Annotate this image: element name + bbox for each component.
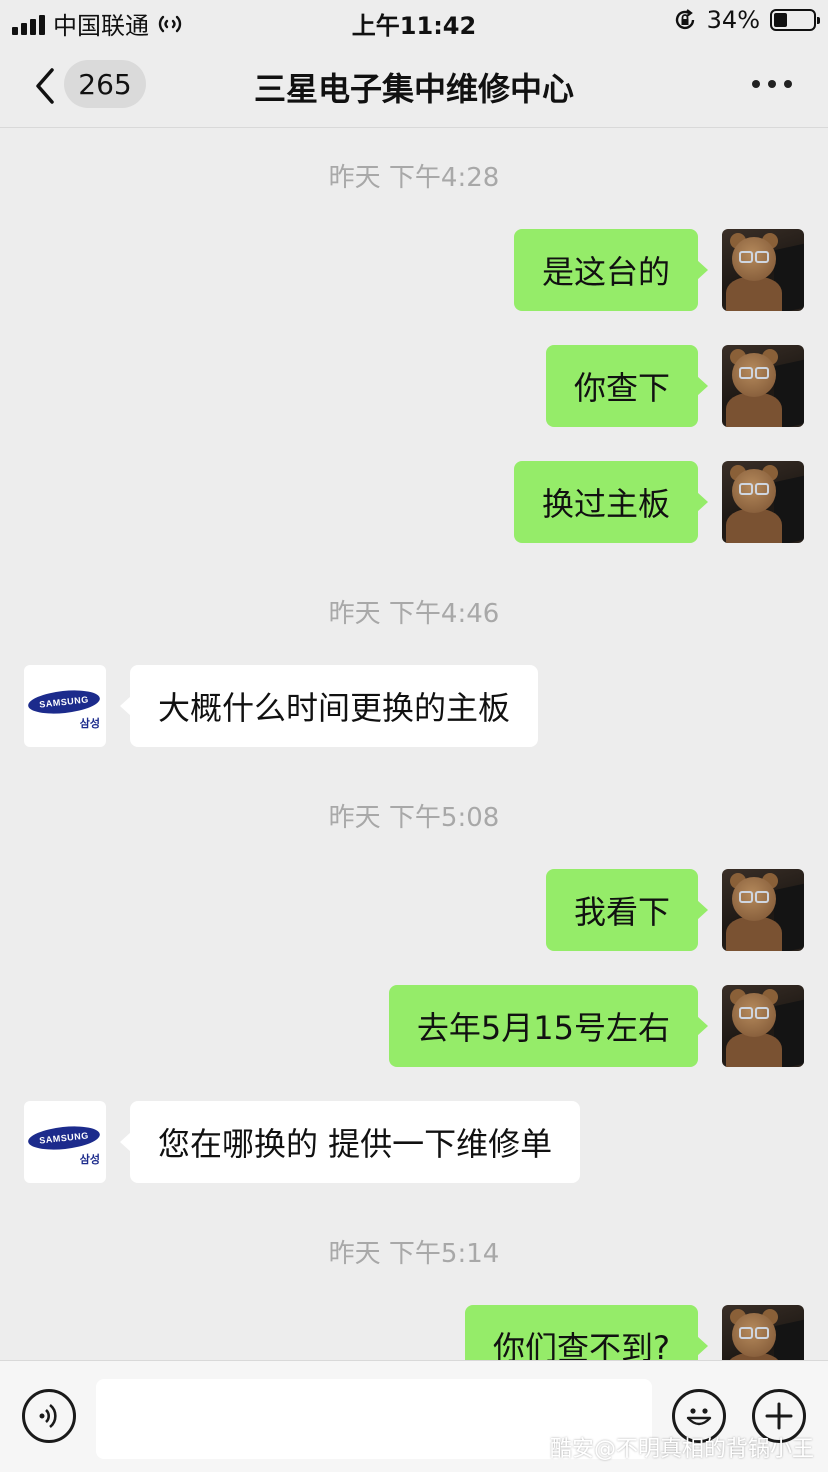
message-row-received: SAMSUNG 삼성 大概什么时间更换的主板 xyxy=(0,665,828,747)
contact-avatar[interactable]: SAMSUNG 삼성 xyxy=(24,665,106,747)
message-bubble-sent[interactable]: 换过主板 xyxy=(513,461,709,543)
message-bubble-sent[interactable]: 是这台的 xyxy=(513,229,709,311)
message-bubble-sent[interactable]: 你们查不到? xyxy=(465,1305,708,1360)
message-row-received: SAMSUNG 삼성 您在哪换的 提供一下维修单 xyxy=(0,1101,828,1183)
chat-title: 三星电子集中维修中心 xyxy=(253,70,574,108)
message-bubble-sent[interactable]: 去年5月15号左右 xyxy=(388,985,709,1067)
message-row-sent: 换过主板 xyxy=(0,461,828,543)
message-row-sent: 我看下 xyxy=(0,869,828,951)
chat-header: 265 三星电子集中维修中心 xyxy=(0,44,828,128)
battery-level xyxy=(774,13,787,27)
samsung-logo: SAMSUNG xyxy=(27,1123,101,1153)
status-bar: 中国联通 上午11:42 34% xyxy=(0,0,828,44)
contact-avatar[interactable]: SAMSUNG 삼성 xyxy=(24,1101,106,1183)
input-bar: 酷安@不明真相的背锅小王 xyxy=(0,1360,828,1472)
message-bubble-sent[interactable]: 我看下 xyxy=(545,869,709,951)
status-right: 34% xyxy=(673,6,820,34)
rotation-lock-icon xyxy=(675,9,694,30)
more-icon[interactable] xyxy=(752,80,792,88)
my-avatar[interactable] xyxy=(722,229,804,311)
message-row-sent: 你查下 xyxy=(0,345,828,427)
samsung-korean-label: 삼성 xyxy=(79,1153,100,1166)
my-avatar[interactable] xyxy=(722,869,804,951)
voice-icon[interactable] xyxy=(22,1389,76,1443)
timestamp: 昨天 下午5:08 xyxy=(328,803,500,833)
message-bubble-received[interactable]: 大概什么时间更换的主板 xyxy=(119,665,539,747)
my-avatar[interactable] xyxy=(722,985,804,1067)
timestamp: 昨天 下午5:14 xyxy=(328,1239,500,1269)
watermark-text: 酷安@不明真相的背锅小王 xyxy=(549,1437,814,1462)
message-bubble-received[interactable]: 您在哪换的 提供一下维修单 xyxy=(119,1101,581,1183)
timestamp: 昨天 下午4:28 xyxy=(328,163,500,193)
message-row-sent: 你们查不到? xyxy=(0,1305,828,1360)
message-list[interactable]: 昨天 下午4:28 是这台的 你查下 换过主板 昨天 下午4:46 SAMSUN… xyxy=(0,129,828,1360)
message-row-sent: 是这台的 xyxy=(0,229,828,311)
my-avatar[interactable] xyxy=(722,345,804,427)
samsung-korean-label: 삼성 xyxy=(79,717,100,730)
message-row-sent: 去年5月15号左右 xyxy=(0,985,828,1067)
my-avatar[interactable] xyxy=(722,1305,804,1360)
battery-percent: 34% xyxy=(706,6,760,34)
my-avatar[interactable] xyxy=(722,461,804,543)
timestamp: 昨天 下午4:46 xyxy=(328,599,500,629)
battery-icon xyxy=(770,9,820,31)
samsung-logo: SAMSUNG xyxy=(27,687,101,717)
message-bubble-sent[interactable]: 你查下 xyxy=(545,345,709,427)
